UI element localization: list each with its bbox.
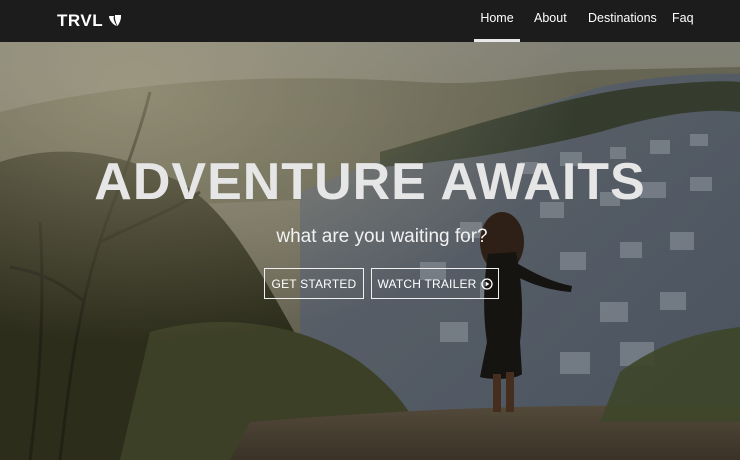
- hero-subtitle: what are you waiting for?: [276, 226, 488, 247]
- brand-logo[interactable]: TRVL: [57, 10, 122, 32]
- hero-title: ADVENTURE AWAITS: [94, 153, 646, 211]
- watch-trailer-button[interactable]: WATCH TRAILER: [371, 268, 499, 299]
- nav-link-about[interactable]: About: [534, 0, 567, 42]
- nav-link-home[interactable]: Home: [474, 0, 520, 42]
- nav-link-destinations[interactable]: Destinations: [588, 0, 657, 42]
- typo3-logo-icon: [109, 15, 122, 26]
- play-circle-icon: [480, 277, 493, 290]
- get-started-button[interactable]: GET STARTED: [264, 268, 364, 299]
- brand-text: TRVL: [57, 11, 104, 30]
- watch-trailer-label: WATCH TRAILER: [377, 276, 477, 291]
- nav-link-faq[interactable]: Faq: [672, 0, 694, 42]
- navbar: TRVL Home About Destinations Faq: [0, 0, 740, 42]
- hero-overlay: [0, 42, 740, 460]
- hero-section: ADVENTURE AWAITS what are you waiting fo…: [0, 42, 740, 460]
- get-started-label: GET STARTED: [271, 276, 357, 291]
